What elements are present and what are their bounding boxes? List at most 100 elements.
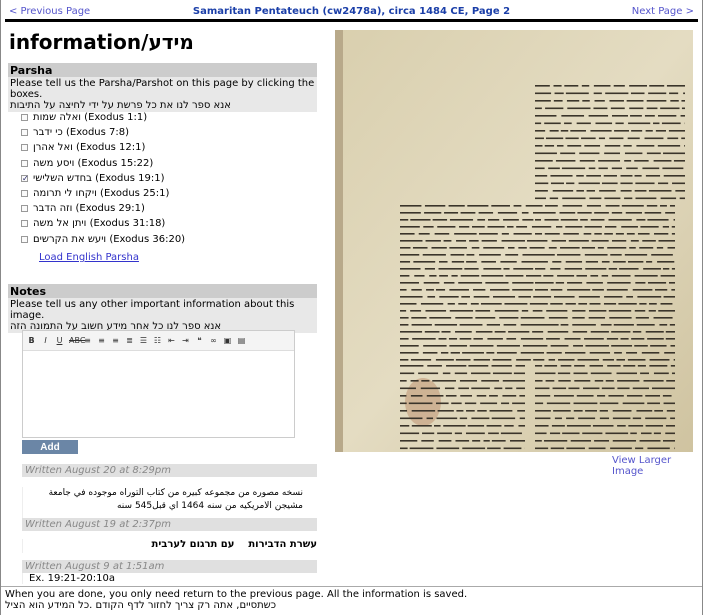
script-line <box>576 190 584 192</box>
script-line <box>544 122 561 125</box>
script-line <box>581 137 596 140</box>
script-line <box>425 310 447 312</box>
script-line <box>458 387 469 390</box>
align-right-icon[interactable]: ≡ <box>111 336 120 345</box>
script-line <box>526 240 535 242</box>
parsha-checkbox[interactable] <box>21 144 28 152</box>
script-line <box>518 247 527 249</box>
next-page-link[interactable]: Next Page > <box>632 6 694 17</box>
script-line <box>532 310 535 312</box>
parsha-checkbox[interactable] <box>21 159 28 167</box>
script-line <box>611 345 633 347</box>
script-line <box>521 212 529 214</box>
abc-icon[interactable]: ABC <box>69 336 85 345</box>
script-line <box>468 365 489 367</box>
script-line <box>400 226 420 228</box>
script-line <box>674 447 675 450</box>
script-line <box>564 352 586 354</box>
script-line <box>471 372 491 375</box>
script-line <box>535 247 545 249</box>
outdent-icon[interactable]: ⇤ <box>167 336 176 345</box>
script-line <box>671 268 675 270</box>
note-textarea[interactable] <box>23 351 294 437</box>
parsha-checkbox[interactable] <box>21 235 28 243</box>
script-line <box>636 145 655 147</box>
load-english-parsha-link[interactable]: Load English Parsha <box>39 252 139 263</box>
script-line <box>592 289 604 291</box>
script-line <box>520 338 535 340</box>
align-center-icon[interactable]: ≡ <box>97 336 106 345</box>
script-line <box>590 372 612 375</box>
script-line <box>629 107 644 110</box>
script-line <box>489 395 498 397</box>
script-line <box>491 417 516 420</box>
script-line <box>493 296 516 298</box>
media-icon[interactable]: ▤ <box>237 336 246 345</box>
script-line <box>660 275 675 277</box>
script-line <box>535 310 543 312</box>
script-line <box>647 219 669 221</box>
script-line <box>665 212 675 214</box>
script-line <box>617 380 640 382</box>
bullet-list-icon[interactable]: ☰ <box>139 336 148 345</box>
script-line <box>603 303 617 305</box>
script-line <box>512 289 533 291</box>
script-line <box>466 254 475 256</box>
i-icon[interactable]: I <box>41 336 50 345</box>
manuscript-image[interactable] <box>335 30 693 452</box>
script-line <box>552 387 567 390</box>
script-line <box>637 365 646 367</box>
script-line <box>550 175 573 177</box>
script-line <box>535 92 552 95</box>
note-editor[interactable]: B I U ABC ≡ ≡ ≡ ≣ ☰ ☷ ⇤ ⇥ ❝ ∞ ▣ ▤ <box>22 330 295 438</box>
numbered-list-icon[interactable]: ☷ <box>153 336 162 345</box>
script-line <box>491 365 512 367</box>
script-line <box>400 365 424 367</box>
script-line <box>679 197 685 200</box>
parsha-checkbox[interactable] <box>21 205 28 213</box>
script-line <box>535 167 545 170</box>
script-line <box>535 345 548 347</box>
script-line <box>547 331 569 333</box>
script-line <box>509 440 525 442</box>
script-line <box>535 380 543 382</box>
script-line <box>545 137 564 140</box>
parsha-checkbox[interactable] <box>21 220 28 228</box>
script-line <box>475 317 496 319</box>
script-line <box>660 107 680 110</box>
script-line <box>535 372 556 375</box>
parsha-checkbox[interactable] <box>21 129 28 137</box>
parsha-checkbox[interactable] <box>21 114 28 122</box>
script-line <box>572 324 596 326</box>
script-line <box>543 275 554 277</box>
script-line <box>617 425 626 427</box>
parsha-label: ויקחו לי תרומה (Exodus 25:1) <box>33 188 170 200</box>
parsha-checkbox[interactable] <box>21 190 28 198</box>
script-line <box>563 233 579 235</box>
blockquote-icon[interactable]: ❝ <box>195 336 204 345</box>
script-line <box>641 432 652 435</box>
view-larger-image-link[interactable]: View Larger Image <box>612 455 702 477</box>
link-icon[interactable]: ∞ <box>209 336 218 345</box>
justify-icon[interactable]: ≣ <box>125 336 134 345</box>
script-line <box>660 303 673 305</box>
script-line <box>614 352 622 354</box>
add-note-button[interactable]: Add Note <box>22 440 78 467</box>
desc-en: Please tell us any other important infor… <box>10 299 295 321</box>
script-line <box>486 324 501 326</box>
script-line <box>535 130 546 132</box>
image-icon[interactable]: ▣ <box>223 336 232 345</box>
script-line <box>653 372 669 375</box>
indent-icon[interactable]: ⇥ <box>181 336 190 345</box>
script-line <box>471 417 490 420</box>
parsha-checkbox[interactable]: ✓ <box>21 174 29 182</box>
b-icon[interactable]: B <box>27 336 36 345</box>
script-line <box>456 410 464 412</box>
script-line <box>535 289 548 291</box>
script-line <box>657 145 681 147</box>
script-line <box>400 261 411 263</box>
script-line <box>634 175 642 177</box>
u-icon[interactable]: U <box>55 336 64 345</box>
align-left-icon[interactable]: ≡ <box>83 336 92 345</box>
script-line <box>544 205 558 207</box>
